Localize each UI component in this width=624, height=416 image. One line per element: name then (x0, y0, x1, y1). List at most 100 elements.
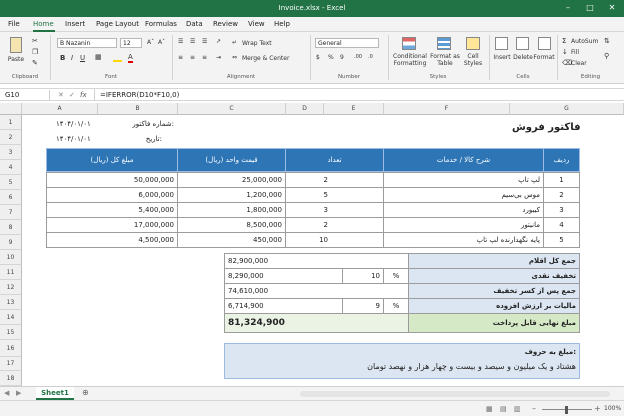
invoice-number-value[interactable]: ۱۴۰۴/۰۱/۰۱ (56, 117, 98, 131)
item-total[interactable]: 50,000,000 (46, 172, 178, 188)
font-name-select[interactable]: B Nazanin (57, 38, 117, 48)
row-header-16[interactable]: 16 (0, 340, 22, 357)
minimize-icon[interactable]: – (558, 3, 578, 12)
sort-filter-icon[interactable]: ⇅ (604, 37, 610, 45)
item-total[interactable]: 17,000,000 (46, 217, 178, 233)
item-description[interactable]: موس بی‌سیم (383, 187, 544, 203)
invoice-date-value[interactable]: ۱۴۰۴/۰۱/۰۱ (56, 132, 98, 146)
menu-review[interactable]: Review (213, 20, 238, 28)
item-total[interactable]: 4,500,000 (46, 232, 178, 248)
format-painter-icon[interactable]: ✎ (32, 59, 38, 67)
row-header-11[interactable]: 11 (0, 265, 22, 280)
fill-color-icon[interactable] (113, 54, 122, 62)
item-row-number[interactable]: 4 (543, 217, 580, 233)
item-description[interactable]: لپ تاپ (383, 172, 544, 188)
merge-icon[interactable]: ⇔ (232, 54, 237, 61)
conditional-formatting-icon[interactable] (402, 37, 416, 50)
top-align-icon[interactable]: ☰ (178, 38, 183, 45)
vat-percent[interactable]: 9 (342, 298, 384, 314)
cell-styles-icon[interactable] (466, 37, 480, 50)
page-layout-view-icon[interactable]: ▤ (500, 405, 507, 413)
underline-icon[interactable]: U (80, 54, 85, 62)
subtotal-value[interactable]: 82,900,000 (224, 253, 409, 269)
scroll-right-icon[interactable]: ▶ (16, 389, 21, 397)
row-header-8[interactable]: 8 (0, 220, 22, 235)
delete-cells-icon[interactable] (516, 37, 529, 50)
format-as-table-icon[interactable] (437, 37, 451, 50)
conditional-formatting-button[interactable]: Conditional Formatting (391, 53, 429, 67)
font-size-select[interactable]: 12 (120, 38, 142, 48)
item-description[interactable]: مانیتور (383, 217, 544, 233)
row-header-13[interactable]: 13 (0, 295, 22, 310)
horizontal-scrollbar[interactable] (300, 391, 610, 397)
amount-in-words-value[interactable]: هشتاد و یک میلیون و سیصد و بیست و چهار ه… (232, 360, 576, 374)
format-as-table-button[interactable]: Format as Table (430, 53, 460, 67)
add-sheet-icon[interactable]: ⊕ (82, 388, 89, 397)
format-cells-button[interactable]: Format (533, 54, 555, 61)
item-quantity[interactable]: 10 (285, 232, 384, 248)
item-quantity[interactable]: 3 (285, 202, 384, 218)
row-header-17[interactable]: 17 (0, 357, 22, 371)
item-total[interactable]: 5,400,000 (46, 202, 178, 218)
menu-view[interactable]: View (248, 20, 265, 28)
after-discount-value[interactable]: 74,610,000 (224, 283, 409, 299)
column-header-g[interactable]: G (510, 103, 624, 115)
menu-formulas[interactable]: Formulas (145, 20, 177, 28)
menu-page-layout[interactable]: Page Layout (96, 20, 139, 28)
column-header-d[interactable]: D (286, 103, 324, 115)
cell-styles-button[interactable]: Cell Styles (462, 53, 484, 67)
formula-input[interactable]: =IFERROR(D10*F10,0) (100, 90, 600, 100)
item-quantity[interactable]: 5 (285, 187, 384, 203)
comma-icon[interactable]: 9 (340, 54, 344, 61)
font-color-icon[interactable]: A (128, 53, 133, 63)
menu-data[interactable]: Data (186, 20, 203, 28)
column-header-f[interactable]: F (384, 103, 510, 115)
item-unit-price[interactable]: 25,000,000 (177, 172, 286, 188)
cut-icon[interactable]: ✂ (32, 37, 38, 45)
percent-icon[interactable]: % (328, 54, 334, 61)
vat-value[interactable]: 6,714,900 (224, 298, 343, 314)
item-row-number[interactable]: 2 (543, 187, 580, 203)
column-header-c[interactable]: C (178, 103, 286, 115)
fill-icon[interactable]: ↓ (562, 48, 568, 56)
currency-icon[interactable]: $ (316, 54, 320, 61)
wrap-text-icon[interactable]: ↵ (232, 39, 237, 46)
menu-home[interactable]: Home (33, 20, 54, 28)
item-unit-price[interactable]: 8,500,000 (177, 217, 286, 233)
name-box[interactable]: G10 (2, 90, 50, 100)
item-row-number[interactable]: 3 (543, 202, 580, 218)
item-quantity[interactable]: 2 (285, 217, 384, 233)
select-all-corner[interactable] (0, 103, 22, 115)
item-quantity[interactable]: 2 (285, 172, 384, 188)
format-cells-icon[interactable] (538, 37, 551, 50)
bottom-align-icon[interactable]: ☰ (202, 38, 207, 45)
row-header-12[interactable]: 12 (0, 280, 22, 295)
row-header-1[interactable]: 1 (0, 115, 22, 130)
column-header-b[interactable]: B (98, 103, 178, 115)
normal-view-icon[interactable]: ▦ (486, 405, 493, 413)
row-header-15[interactable]: 15 (0, 325, 22, 340)
autosum-button[interactable]: AutoSum (571, 38, 598, 45)
column-header-e[interactable]: E (324, 103, 384, 115)
page-break-view-icon[interactable]: ▥ (514, 405, 521, 413)
align-center-icon[interactable]: ≡ (190, 54, 195, 61)
scroll-left-icon[interactable]: ◀ (4, 389, 9, 397)
item-description[interactable]: پایه نگهدارنده لپ تاپ (383, 232, 544, 248)
insert-cells-button[interactable]: Insert (491, 54, 513, 61)
align-left-icon[interactable]: ≡ (178, 54, 183, 61)
item-description[interactable]: کیبورد (383, 202, 544, 218)
insert-function-icon[interactable]: fx (80, 90, 87, 100)
row-header-4[interactable]: 4 (0, 160, 22, 175)
final-amount-value[interactable]: 81,324,900 (224, 313, 409, 333)
enter-icon[interactable]: ✓ (69, 90, 75, 100)
column-header-a[interactable]: A (22, 103, 98, 115)
paste-button[interactable]: Paste (4, 56, 28, 63)
sheet-tab-sheet1[interactable]: Sheet1 (36, 387, 74, 400)
align-right-icon[interactable]: ≡ (202, 54, 207, 61)
grow-font-icon[interactable]: Aˆ (147, 39, 154, 46)
autosum-icon[interactable]: Σ (562, 37, 566, 45)
increase-decimal-icon[interactable]: .00 (354, 54, 362, 60)
close-icon[interactable]: ✕ (602, 3, 622, 12)
row-header-5[interactable]: 5 (0, 175, 22, 190)
merge-center-button[interactable]: Merge & Center (242, 55, 289, 62)
